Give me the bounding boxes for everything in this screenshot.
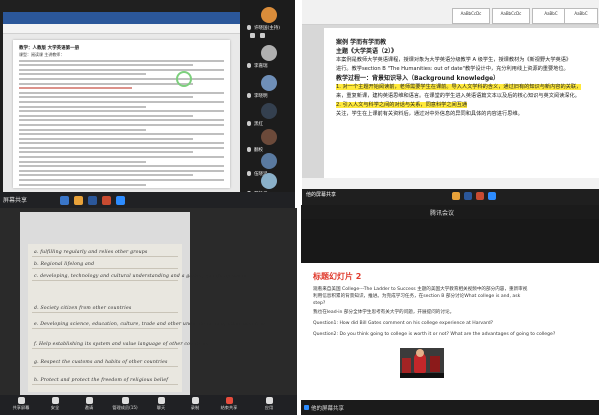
meeting-icon[interactable] xyxy=(116,196,125,205)
handwritten-line: d. Society citizen from other countries xyxy=(34,306,132,311)
handwritten-line: a. fulfilling regularly and relies other… xyxy=(34,250,148,255)
style-no-spacing[interactable]: AaBbCcDc xyxy=(492,8,530,24)
security-button[interactable]: 安全 xyxy=(38,397,72,411)
share-status-bar: 他的屏幕共享 xyxy=(301,400,599,415)
doc-line: 来，重复新课，建构英语思维和语言。在课堂的学生进入英语语篇文本以及后的核心知识与… xyxy=(336,93,580,99)
share-label: 屏幕共享 xyxy=(3,197,28,204)
handwritten-line: c. developing, technology and cultural u… xyxy=(34,274,247,279)
doc-line: 主题《大学英语（2）》 xyxy=(336,48,398,55)
apps-icon xyxy=(265,397,273,404)
handwritten-line: b. Regional lifelong and xyxy=(34,262,95,267)
slide-text: 我也在lead-in 部分全体学生思考有关大学的问题，开展提问的讨论。 xyxy=(313,310,455,315)
doc-line-highlighted: 2. 引入人文与科学之间的对话与关系，同意科学之间互通 xyxy=(336,101,587,110)
doc-line: 教学过程一：背景知识导入（Background knowledge） xyxy=(336,75,500,82)
handwritten-line: g. Respect the customs and habits of oth… xyxy=(34,360,168,365)
style-heading-2[interactable]: AaBbC xyxy=(564,8,598,24)
slide-title: 标题幻灯片 2 xyxy=(313,272,362,281)
presentation-slide: 标题幻灯片 2 观看来自美国 College---The Ladder to S… xyxy=(301,263,599,400)
doc-line: 案例 学而有学而教 xyxy=(336,39,387,46)
avatar xyxy=(261,103,277,119)
handwritten-line: h. Protect and protect the freedom of re… xyxy=(34,378,169,383)
stop-share-button[interactable]: 结束共享 xyxy=(212,397,246,411)
taskbar: 他的屏幕共享 xyxy=(302,178,599,205)
document-subtitle: 课型：阅读课 主讲教师： xyxy=(19,52,65,57)
document-page: 案例 学而有学而教 主题《大学英语（2）》 本案例是教师大学英语课程，授课对象为… xyxy=(324,28,599,178)
avatar xyxy=(261,173,277,189)
notebook-page: a. fulfilling regularly and relies other… xyxy=(28,244,266,392)
window-titlebar: 腾讯会议 xyxy=(301,205,599,219)
slide-question-1: Question1: How did Bill Gates comment on… xyxy=(313,321,494,326)
loading-circle-icon xyxy=(176,71,192,87)
avatar xyxy=(261,75,277,91)
share-label: 他的屏幕共享 xyxy=(311,406,345,412)
style-normal[interactable]: AaBbCcDc xyxy=(452,8,490,24)
apps-button[interactable]: 应用 xyxy=(252,397,286,411)
video-thumbnail[interactable] xyxy=(400,348,444,378)
participant-tile[interactable]: 李嘉瑞 xyxy=(240,42,295,72)
meeting-icon[interactable] xyxy=(488,192,496,200)
doc-line-highlighted: 1. 对一个主题开始阅读前，老师需要学生在课前。导入人文学科的含义，通过旧有的知… xyxy=(336,83,587,92)
word-icon[interactable] xyxy=(464,192,472,200)
slide-text: 利用信息积累的背景知识，推进。为完成学习任务，在section B 部分讨论Wh… xyxy=(313,294,521,299)
highlight: 2. 引入人文与科学之间的对话与关系，同意科学之间互通 xyxy=(336,102,468,108)
avatar xyxy=(261,153,277,169)
participant-list: 许晓国(主持) 李嘉瑞 李晓明 黑红 翻校 伍晓鸿 xyxy=(240,0,295,197)
shared-document-top-right: AaBbCcDc AaBbCcDc AaBbC AaBbC 案例 学而有学而教 … xyxy=(302,0,599,205)
highlight: 1. 对一个主题开始阅读前，老师需要学生在课前。导入人文学科的含义，通过旧有的知… xyxy=(336,84,582,90)
app-icon[interactable] xyxy=(60,196,69,205)
status-bar xyxy=(302,178,599,189)
shield-icon xyxy=(51,397,59,404)
doc-line: 本案例是教师大学英语课程，授课对象为大学英语分级教学 A 级学生，授课教材为《新… xyxy=(336,57,572,63)
word-toolbar xyxy=(3,24,240,34)
doc-line: 关注，学生在上课前有关资料后，通过对中外信息的异同和具体的内容进行思维。 xyxy=(336,111,523,117)
handwritten-line: f. Help establishing its system and valu… xyxy=(34,342,209,347)
share-screen-button[interactable]: 共享屏幕 xyxy=(4,397,38,411)
participant-tile[interactable]: 许晓国(主持) xyxy=(240,4,295,34)
avatar xyxy=(261,129,277,145)
slide-question-2: Question2: Do you think going to college… xyxy=(313,332,556,337)
handwritten-line: e. Developing science, education, cultur… xyxy=(34,322,267,327)
invite-icon xyxy=(85,397,93,404)
word-icon[interactable] xyxy=(88,196,97,205)
slide-text: step? xyxy=(313,301,326,306)
handwritten-notes-bottom-left: a. fulfilling regularly and relies other… xyxy=(0,208,297,415)
word-ribbon: AaBbCcDc AaBbCcDc AaBbC AaBbC xyxy=(302,0,599,25)
invite-button[interactable]: 邀请 xyxy=(72,397,106,411)
meeting-controls: 共享屏幕 安全 邀请 管理成员(15) 聊天 录制 结束共享 应用 xyxy=(0,395,297,415)
participant-name: 李晓明 xyxy=(254,94,268,99)
meeting-window-top-left: 教学：人教版 大学英语第一册 课型：阅读课 主讲教师： 许晓国(主持) 李嘉瑞 xyxy=(0,0,295,210)
record-icon xyxy=(191,397,199,404)
participant-name: 李嘉瑞 xyxy=(254,64,268,69)
manage-members-button[interactable]: 管理成员(15) xyxy=(108,397,142,411)
mic-icon xyxy=(247,63,251,68)
share-label: 他的屏幕共享 xyxy=(306,192,337,198)
participant-name: 许晓国(主持) xyxy=(254,26,281,31)
ppt-icon[interactable] xyxy=(476,192,484,200)
ppt-icon[interactable] xyxy=(102,196,111,205)
share-icon xyxy=(304,405,309,410)
word-ribbon xyxy=(3,12,240,24)
doc-line: 进行。教学section B "The Humanities: out of d… xyxy=(336,66,569,72)
camera-feed: a. fulfilling regularly and relies other… xyxy=(20,212,266,395)
taskbar-icons xyxy=(60,196,125,205)
document-page: 教学：人教版 大学英语第一册 课型：阅读课 主讲教师： xyxy=(13,40,230,188)
mic-icon xyxy=(247,93,251,98)
slide-text: 观看来自美国 College---The Ladder to Success 主… xyxy=(313,287,528,292)
shared-word-document: 教学：人教版 大学英语第一册 课型：阅读课 主讲教师： xyxy=(3,12,240,192)
share-icon xyxy=(17,397,25,404)
chat-icon xyxy=(157,397,165,404)
chat-button[interactable]: 聊天 xyxy=(144,397,178,411)
members-icon xyxy=(121,397,129,404)
folder-icon[interactable] xyxy=(74,196,83,205)
window-title: 腾讯会议 xyxy=(430,210,455,217)
avatar xyxy=(261,7,277,23)
folder-icon[interactable] xyxy=(452,192,460,200)
stop-icon xyxy=(225,397,233,404)
mic-icon xyxy=(247,25,251,30)
participant-tile[interactable]: 李晓明 xyxy=(240,72,295,102)
record-button[interactable]: 录制 xyxy=(178,397,212,411)
meeting-slide-bottom-right: 腾讯会议 标题幻灯片 2 观看来自美国 College---The Ladder… xyxy=(301,205,599,415)
avatar xyxy=(261,45,277,61)
